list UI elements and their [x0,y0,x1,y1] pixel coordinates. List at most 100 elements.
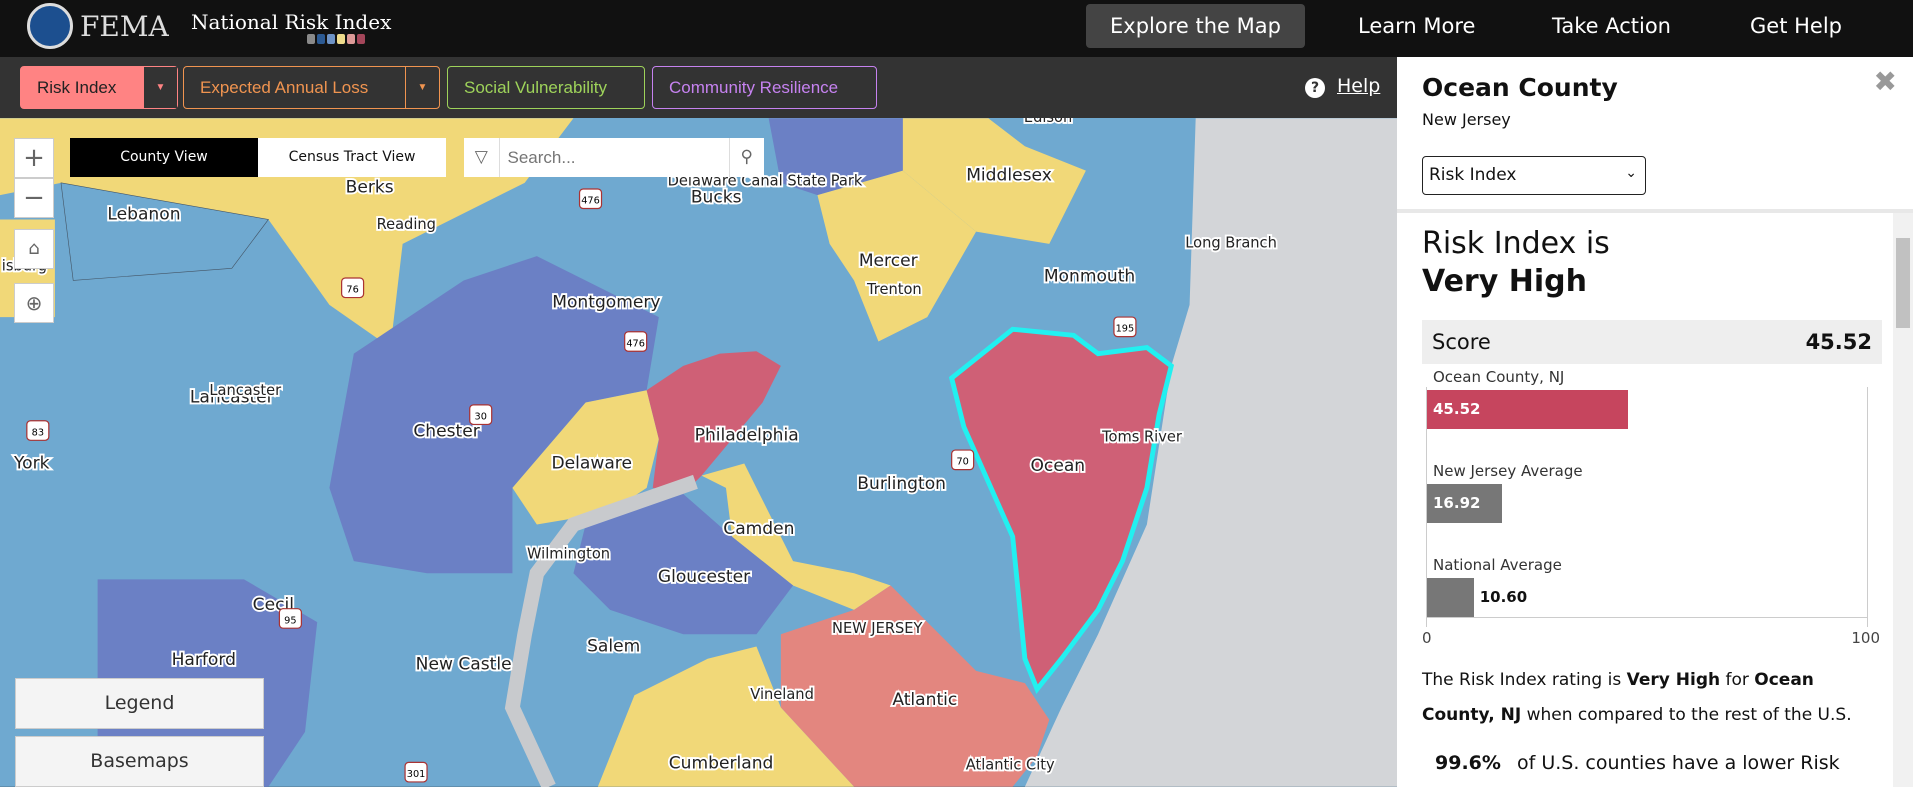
highway-shield-icon: 301 [404,761,428,783]
map-label: York [13,453,50,473]
shield-number: 70 [956,457,968,468]
map-label: Lebanon [107,204,180,224]
map-label: Berks [346,178,394,198]
shield-number: 195 [1116,324,1135,335]
map-label: Reading [377,216,436,233]
shield-number: 476 [581,196,600,207]
text: for [1720,670,1755,690]
color-swatch [307,34,315,44]
risk-index-button[interactable]: Risk Index ▼ [20,66,178,109]
locate-icon[interactable]: ⊕ [14,283,54,323]
zoom-out-button[interactable]: − [14,178,54,218]
map-label: Salem [587,636,640,656]
map-label: Cumberland [669,754,774,774]
text-rating: Very High [1626,670,1721,690]
nav-get-help[interactable]: Get Help [1726,4,1866,48]
text: The Risk Index rating is [1422,670,1627,690]
nav-learn-more[interactable]: Learn More [1334,4,1499,48]
app-title[interactable]: National Risk Index [191,10,391,34]
score-comparison-chart: Ocean County, NJ 45.52 New Jersey Average 1… [1422,368,1880,657]
question-icon: ? [1305,78,1325,98]
bar-value-label: 16.92 [1433,494,1481,512]
view-toggle: County View Census Tract View [70,138,446,177]
nav-explore-map[interactable]: Explore the Map [1086,4,1305,48]
color-swatch [317,34,325,44]
map-label: Mercer [859,251,919,271]
x-tick-label: 100 [1851,629,1880,647]
bar-value-label: 45.52 [1433,400,1481,418]
map-label: Chester [413,422,480,442]
text: when compared to the rest of the U.S. [1521,705,1852,725]
score-value: 45.52 [1805,330,1872,354]
shield-number: 30 [475,412,487,423]
shield-number: 95 [284,615,296,626]
scrollbar-thumb[interactable] [1896,238,1910,328]
map-label: Monmouth [1044,267,1135,287]
home-icon[interactable]: ⌂ [14,229,54,269]
nav-take-action[interactable]: Take Action [1528,4,1695,48]
dhs-seal-logo [27,3,73,49]
map-label: Middlesex [966,165,1052,185]
state-name: New Jersey [1422,110,1511,129]
county-title: Ocean County [1422,73,1618,102]
chevron-down-icon: ⌄ [1625,165,1637,181]
shield-number: 83 [32,427,44,438]
legend-button[interactable]: Legend [15,678,264,729]
right-border-line [1867,387,1868,627]
x-tick-label: 0 [1422,629,1432,647]
rating-value: Very High [1422,264,1587,299]
divider [1397,209,1913,213]
shield-number: 301 [407,769,426,780]
map-label: Lancaster [209,382,282,399]
rating-description: The Risk Index rating is Very High for O… [1422,663,1882,733]
caret-down-icon[interactable]: ▼ [143,67,177,108]
metric-select-value: Risk Index [1429,165,1517,185]
map-label: Delaware [552,453,632,473]
county-info-panel: Ocean County New Jersey ✖ Risk Index ⌄ Ri… [1397,57,1913,787]
highway-shield-icon: 476 [578,188,603,210]
expected-annual-loss-button[interactable]: Expected Annual Loss ▼ [183,66,440,109]
close-icon[interactable]: ✖ [1874,65,1897,98]
county-view-tab[interactable]: County View [70,138,258,177]
color-swatch [347,34,355,44]
panel-scrollbar[interactable] [1893,213,1913,787]
color-swatch [357,34,365,44]
map-label: Vineland [750,686,814,703]
basemaps-button[interactable]: Basemaps [15,736,264,787]
map-label: NEW JERSEY [832,620,923,637]
bar-category-label: New Jersey Average [1433,462,1583,480]
map-label: Atlantic [892,690,957,710]
map-label: Burlington [857,474,946,494]
x-axis-line [1426,617,1868,618]
map-label: New Castle [416,655,512,675]
score-row: Score 45.52 [1422,320,1882,364]
help-link[interactable]: ? Help [1305,75,1380,98]
zoom-in-button[interactable]: + [14,138,54,178]
fema-logo[interactable]: FEMA [80,10,169,43]
eal-label: Expected Annual Loss [200,78,369,97]
social-vulnerability-button[interactable]: Social Vulnerability [447,66,645,109]
map-label: Harford [172,650,236,670]
metric-select[interactable]: Risk Index ⌄ [1422,156,1646,195]
help-label: Help [1337,75,1381,97]
map-label: Montgomery [552,292,660,312]
search-icon[interactable]: ⚲ [728,138,765,177]
filter-dropdown-icon[interactable]: ▽ [464,138,500,177]
map-label: Bucks [691,187,742,207]
highway-shield-icon: 70 [951,449,975,471]
risk-index-label: Risk Index [37,78,117,97]
highway-shield-icon: 83 [26,420,50,441]
highway-shield-icon: 195 [1113,316,1137,338]
percentile-description: of U.S. counties have a lower Risk [1510,752,1840,774]
bar-value-label: 10.60 [1479,588,1528,606]
shield-number: 476 [626,338,645,349]
search-input[interactable] [499,138,729,177]
bar-category-label: National Average [1433,556,1562,574]
community-resilience-button[interactable]: Community Resilience [652,66,877,109]
census-tract-view-tab[interactable]: Census Tract View [258,138,446,177]
map-label: Long Branch [1185,235,1277,252]
shield-number: 76 [346,285,358,296]
caret-down-icon[interactable]: ▼ [405,67,439,108]
top-header: FEMA National Risk Index Explore the Map… [0,0,1913,57]
map-label: Ocean [1030,456,1085,476]
